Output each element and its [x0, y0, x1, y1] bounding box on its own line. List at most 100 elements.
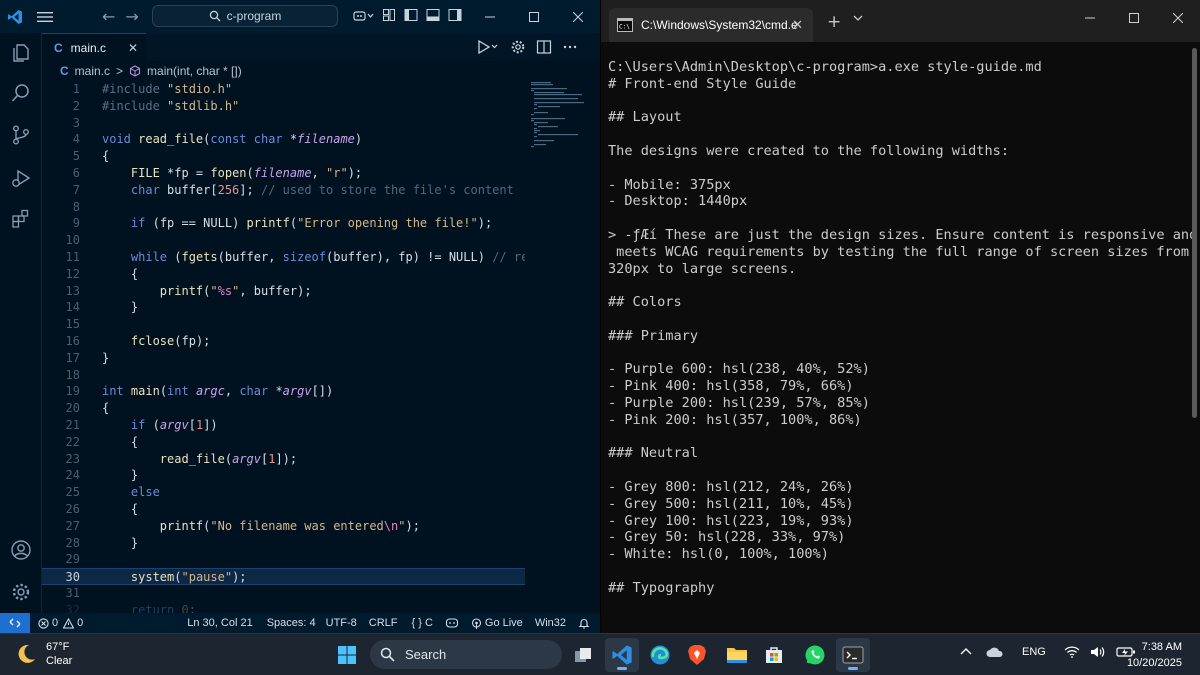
weather-widget[interactable]: 67°F Clear [14, 640, 72, 668]
encoding[interactable]: UTF-8 [326, 617, 357, 629]
terminal-tab[interactable]: C:\ C:\Windows\System32\cmd.e ✕ [609, 8, 813, 42]
vscode-maximize-button[interactable] [512, 0, 556, 33]
code-line[interactable]: 20 { [42, 400, 525, 417]
code-line[interactable]: 22 { [42, 434, 525, 451]
toggle-secondary-sidebar-icon[interactable] [448, 8, 462, 22]
go-live-button[interactable]: Go Live [471, 617, 523, 629]
explorer-icon[interactable] [0, 33, 42, 73]
tab-main-c[interactable]: C main.c ✕ [42, 33, 146, 61]
code-editor[interactable]: 1 #include "stdio.h" 2 #include "stdlib.h" 3… [42, 81, 525, 613]
copilot-status-icon[interactable] [445, 617, 459, 629]
code-line[interactable]: 29 [42, 551, 525, 568]
code-line[interactable]: 11 while (fgets(buffer, sizeof(buffer), … [42, 249, 525, 266]
code-line[interactable]: 9 if (fp == NULL) printf("Error opening … [42, 215, 525, 232]
wifi-icon[interactable] [1064, 646, 1080, 658]
code-line[interactable]: 26 { [42, 501, 525, 518]
source-control-icon[interactable] [0, 115, 42, 155]
taskbar-file-explorer[interactable] [720, 638, 754, 672]
code-line[interactable]: 13 printf("%s", buffer); [42, 283, 525, 300]
code-line[interactable]: 12 { [42, 266, 525, 283]
terminal-minimize-button[interactable] [1068, 0, 1112, 36]
clock[interactable]: 7:38 AM 10/20/2025 [1127, 639, 1182, 671]
editor-scrollbar[interactable] [590, 81, 600, 613]
indentation[interactable]: Spaces: 4 [267, 617, 316, 629]
breadcrumb-file[interactable]: main.c [75, 64, 110, 78]
toggle-sidebar-icon[interactable] [404, 8, 418, 22]
remote-indicator-icon[interactable] [0, 613, 30, 633]
weather-temp: 67°F [46, 641, 70, 653]
problems-indicator[interactable]: 0 0 [38, 617, 83, 629]
code-line[interactable]: 6 FILE *fp = fopen(filename, "r"); [42, 165, 525, 182]
taskbar-edge[interactable] [643, 638, 677, 672]
input-language[interactable]: ENG [1022, 646, 1046, 658]
vscode-minimize-button[interactable] [468, 0, 512, 33]
show-hidden-icons-chevron-icon[interactable] [960, 647, 972, 657]
run-code-icon[interactable] [476, 39, 500, 55]
code-line[interactable]: 16 fclose(fp); [42, 333, 525, 350]
settings-gear-icon[interactable] [0, 572, 42, 612]
code-line[interactable]: 4 void read_file(const char *filename) [42, 131, 525, 148]
extensions-icon[interactable] [0, 199, 42, 239]
code-line[interactable]: 7 char buffer[256]; // used to store the… [42, 182, 525, 199]
code-line[interactable]: 8 [42, 199, 525, 216]
taskbar-store[interactable] [757, 638, 791, 672]
accounts-icon[interactable] [0, 530, 42, 570]
terminal-close-button[interactable] [1156, 0, 1200, 36]
code-line[interactable]: 21 if (argv[1]) [42, 417, 525, 434]
terminal-tab-close-icon[interactable]: ✕ [792, 17, 803, 33]
tab-dropdown-chevron-icon[interactable] [853, 14, 863, 22]
taskbar-search[interactable]: Search [370, 640, 562, 669]
volume-icon[interactable] [1090, 646, 1106, 658]
breadcrumb-symbol[interactable]: main(int, char * []) [147, 64, 242, 78]
code-line[interactable]: 30 system("pause"); [42, 568, 525, 585]
split-editor-icon[interactable] [536, 39, 552, 55]
command-center-search[interactable]: c-program [152, 5, 338, 27]
forward-arrow-icon[interactable]: → [125, 7, 138, 26]
code-line[interactable]: 23 read_file(argv[1]); [42, 451, 525, 468]
terminal-maximize-button[interactable] [1112, 0, 1156, 36]
code-line[interactable]: 28 } [42, 535, 525, 552]
new-tab-plus-icon[interactable]: + [827, 12, 841, 32]
editor-settings-gear-icon[interactable] [510, 39, 526, 55]
menu-hamburger-icon[interactable] [30, 0, 60, 33]
language-mode[interactable]: { } C [412, 617, 433, 629]
taskbar-terminal[interactable] [836, 638, 870, 672]
terminal-output[interactable]: C:\Users\Admin\Desktop\c-program>a.exe s… [608, 59, 1197, 597]
terminal-scrollbar[interactable] [1192, 48, 1197, 418]
platform[interactable]: Win32 [535, 617, 566, 629]
cursor-position[interactable]: Ln 30, Col 21 [187, 617, 252, 629]
code-line[interactable]: 24 } [42, 467, 525, 484]
search-sidebar-icon[interactable] [0, 73, 42, 113]
notifications-bell-icon[interactable] [578, 617, 590, 629]
copilot-icon[interactable] [352, 8, 374, 24]
line-ending[interactable]: CRLF [369, 617, 398, 629]
task-view-button[interactable] [566, 638, 600, 672]
code-line[interactable]: 15 [42, 316, 525, 333]
layout-customize-icon[interactable] [382, 8, 396, 22]
code-line[interactable]: 17} [42, 350, 525, 367]
code-line[interactable]: 10 [42, 232, 525, 249]
cloud-icon[interactable] [986, 646, 1004, 658]
code-line[interactable]: 19 int main(int argc, char *argv[]) [42, 383, 525, 400]
start-button[interactable] [330, 638, 364, 672]
run-debug-icon[interactable] [0, 158, 42, 198]
taskbar-whatsapp[interactable] [798, 638, 832, 672]
code-line[interactable]: 25 else [42, 484, 525, 501]
minimap[interactable] [530, 81, 584, 151]
code-line[interactable]: 2 #include "stdlib.h" [42, 98, 525, 115]
toggle-panel-icon[interactable] [426, 8, 440, 22]
back-arrow-icon[interactable]: ← [102, 7, 115, 26]
tab-close-icon[interactable]: ✕ [128, 41, 138, 55]
code-line[interactable]: 5{ [42, 148, 525, 165]
code-line[interactable]: 27 printf("No filename was entered\n"); [42, 518, 525, 535]
code-line[interactable]: 31 [42, 585, 525, 602]
code-line[interactable]: 14 } [42, 299, 525, 316]
code-line[interactable]: 1 #include "stdio.h" [42, 81, 525, 98]
vscode-close-button[interactable] [556, 0, 600, 33]
code-line[interactable]: 32 return 0; [42, 602, 525, 613]
more-actions-icon[interactable] [562, 39, 578, 55]
code-line[interactable]: 18 [42, 367, 525, 384]
code-line[interactable]: 3 [42, 115, 525, 132]
taskbar-vscode[interactable] [605, 638, 639, 672]
taskbar-brave[interactable] [680, 638, 714, 672]
